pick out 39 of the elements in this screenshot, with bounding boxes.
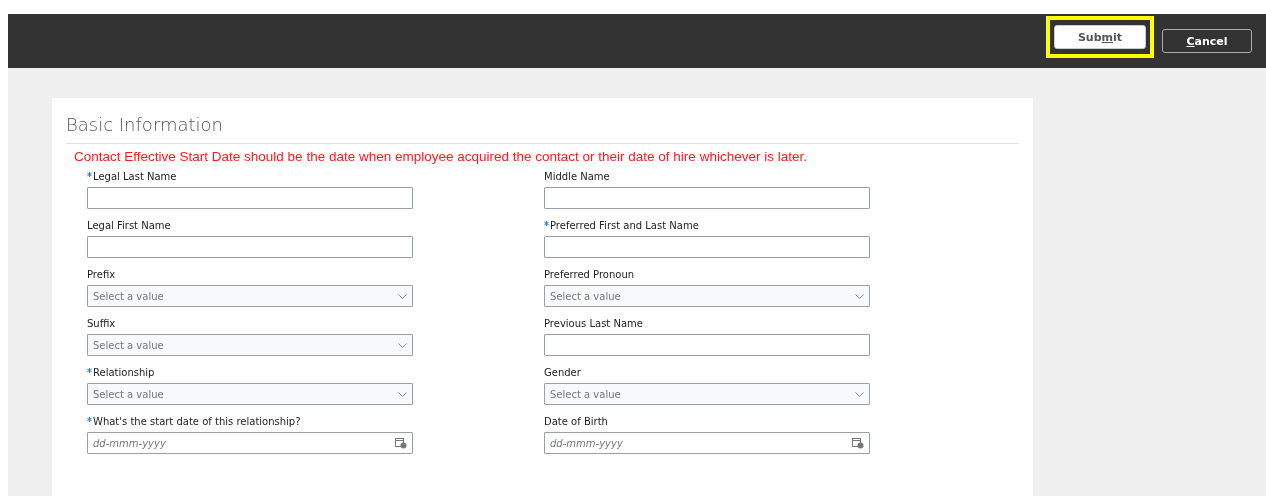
chevron-down-icon	[398, 342, 407, 348]
select-field[interactable]: Select a value	[87, 334, 413, 356]
field-label: What's the start date of this relationship?	[93, 415, 301, 429]
calendar-icon[interactable]	[852, 437, 864, 449]
field-label: Prefix	[87, 268, 116, 282]
field-label: Gender	[544, 366, 581, 380]
date-field[interactable]: dd-mmm-yyyy	[544, 432, 870, 454]
section-title: Basic Information	[66, 113, 223, 135]
field-label: Preferred Pronoun	[544, 268, 635, 282]
select-field[interactable]: Select a value	[87, 383, 413, 405]
select-field[interactable]: Select a value	[87, 285, 413, 307]
field-label: Date of Birth	[544, 415, 608, 429]
field-label: Middle Name	[544, 170, 610, 184]
text-field[interactable]	[87, 187, 413, 209]
date-field[interactable]: dd-mmm-yyyy	[87, 432, 413, 454]
calendar-icon[interactable]	[395, 437, 407, 449]
chevron-down-icon	[855, 391, 864, 397]
field-label: Legal First Name	[87, 219, 171, 233]
field-label: Legal Last Name	[93, 170, 177, 184]
cancel-button[interactable]: Cancel	[1162, 29, 1252, 53]
required-icon	[544, 221, 549, 226]
select-field[interactable]: Select a value	[544, 383, 870, 405]
chevron-down-icon	[855, 293, 864, 299]
field-label: Relationship	[93, 366, 155, 380]
required-icon	[87, 368, 92, 373]
text-field[interactable]	[544, 187, 870, 209]
required-icon	[87, 172, 92, 177]
field-label: Preferred First and Last Name	[550, 219, 699, 233]
notice-text: Contact Effective Start Date should be the date when employee acquired the contact or their date of hire whichever is later.	[74, 149, 807, 164]
select-field[interactable]: Select a value	[544, 285, 870, 307]
text-field[interactable]	[87, 236, 413, 258]
chevron-down-icon	[398, 293, 407, 299]
text-field[interactable]	[544, 236, 870, 258]
submit-button[interactable]: Submit	[1054, 25, 1146, 49]
text-field[interactable]	[544, 334, 870, 356]
field-label: Suffix	[87, 317, 116, 331]
field-label: Previous Last Name	[544, 317, 643, 331]
required-icon	[87, 417, 92, 422]
chevron-down-icon	[398, 391, 407, 397]
